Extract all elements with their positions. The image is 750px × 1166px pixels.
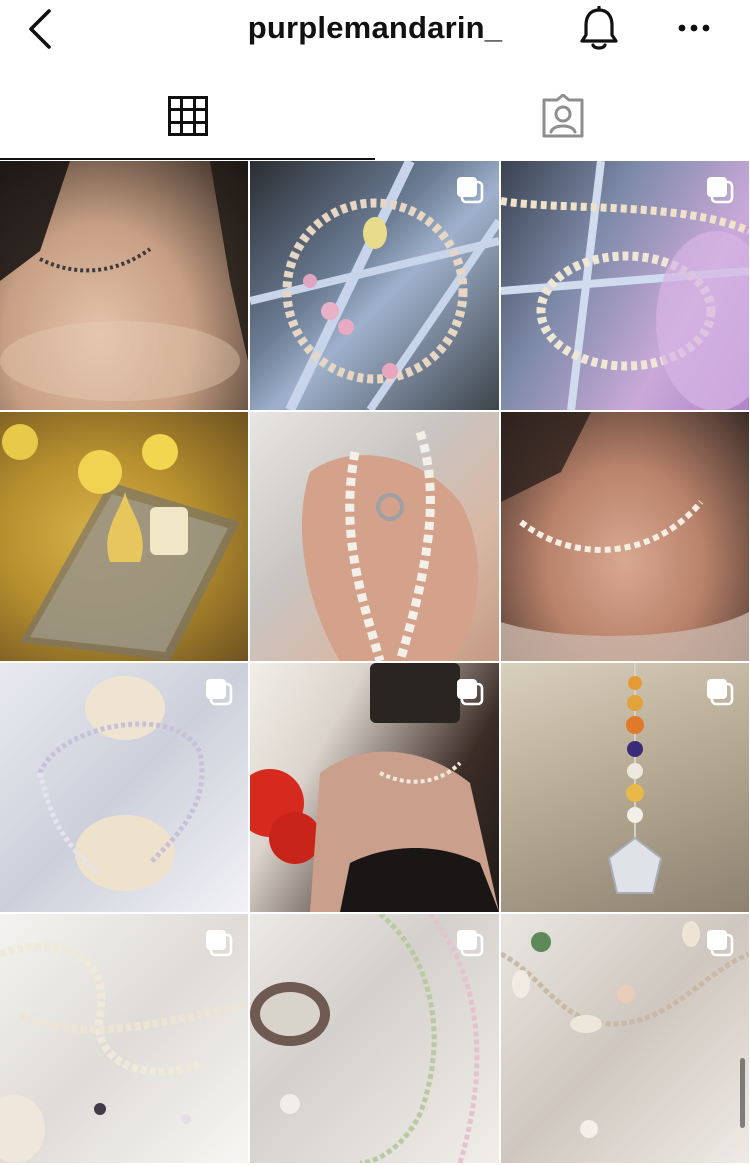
post-thumbnail[interactable] <box>0 161 248 410</box>
profile-header: purplemandarin_ <box>0 0 750 70</box>
tab-posts-grid[interactable] <box>0 72 375 160</box>
post-thumbnail[interactable] <box>501 412 749 661</box>
multiple-posts-icon <box>707 930 734 957</box>
multiple-posts-icon <box>457 930 484 957</box>
profile-username: purplemandarin_ <box>247 10 503 45</box>
multiple-posts-icon <box>707 177 734 204</box>
post-thumbnail[interactable] <box>0 412 248 661</box>
post-photo-hand-pearls <box>301 430 479 661</box>
multiple-posts-icon <box>206 679 233 706</box>
tagged-person-icon <box>542 94 583 138</box>
multiple-posts-icon <box>206 930 233 957</box>
bell-icon <box>580 6 618 50</box>
post-thumbnail[interactable] <box>250 161 499 410</box>
posts-grid <box>0 161 750 1166</box>
more-options-button[interactable] <box>672 10 716 46</box>
more-horizontal-icon <box>678 24 710 32</box>
scrollbar[interactable] <box>740 1058 745 1128</box>
post-thumbnail[interactable] <box>501 663 749 912</box>
post-thumbnail[interactable] <box>0 663 248 912</box>
post-photo-pearl-choker <box>501 412 749 661</box>
notifications-button[interactable] <box>574 4 624 54</box>
profile-tabs <box>0 72 750 160</box>
post-thumbnail[interactable] <box>250 914 499 1163</box>
tab-tagged[interactable] <box>375 72 750 160</box>
post-thumbnail[interactable] <box>250 412 499 661</box>
post-thumbnail[interactable] <box>501 914 749 1163</box>
multiple-posts-icon <box>707 679 734 706</box>
active-tab-indicator <box>0 158 375 160</box>
post-thumbnail[interactable] <box>250 663 499 912</box>
post-thumbnail[interactable] <box>0 914 248 1163</box>
post-photo-necklace-on-neck <box>0 161 248 401</box>
grid-icon <box>167 96 208 136</box>
multiple-posts-icon <box>457 679 484 706</box>
post-photo-mirror-tray <box>2 424 240 661</box>
multiple-posts-icon <box>457 177 484 204</box>
post-thumbnail[interactable] <box>501 161 749 410</box>
